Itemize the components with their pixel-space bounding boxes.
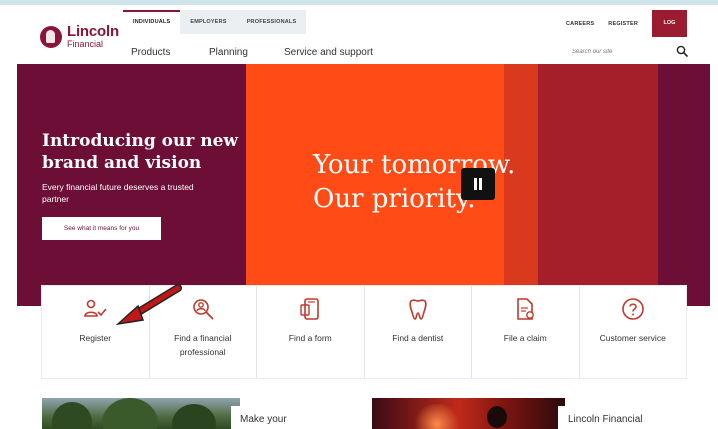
lincoln-logo[interactable]: Lincoln Financial [40,24,119,49]
quick-link-label: Find a financial professional [174,333,232,357]
audience-tabs: INDIVIDUALS EMPLOYERS PROFESSIONALS [123,10,307,34]
form-icon [300,298,320,320]
quick-link-customer-service[interactable]: Customer service [580,286,687,378]
nav-service-and-support[interactable]: Service and support [284,47,373,58]
register-link[interactable]: REGISTER [608,21,638,27]
lincoln-profile-icon [40,25,62,48]
hero-banner: Introducing our new brand and vision Eve… [17,64,710,306]
tooth-icon [409,299,427,320]
login-button[interactable]: LOG IN [652,10,687,53]
search-icon[interactable] [676,45,688,57]
nav-products[interactable]: Products [131,47,170,58]
nav-planning[interactable]: Planning [209,47,248,58]
search-person-icon [192,299,214,320]
promo-card-image [372,398,565,429]
promo-card-image [42,398,240,429]
hero-tagline: Your tomorrow. Our priority. [313,150,516,214]
quick-link-find-dentist[interactable]: Find a dentist [365,286,472,378]
hero-subtitle: Every financial future deserves a truste… [42,182,194,204]
promo-card-title: Make your [240,414,287,425]
site-header: Lincoln Financial INDIVIDUALS EMPLOYERS … [0,5,718,62]
quick-link-find-form[interactable]: Find a form [257,286,365,378]
tab-professionals[interactable]: PROFESSIONALS [237,10,307,34]
pause-icon [473,178,483,190]
pause-button[interactable] [461,168,495,200]
quick-link-label: Register [79,333,112,343]
claim-document-icon [517,298,535,320]
help-circle-icon [621,298,644,320]
quick-link-label: Find a dentist [392,333,444,343]
promo-card[interactable]: Make your [231,406,346,429]
logo-name: Lincoln [67,23,119,40]
promo-card[interactable]: Lincoln Financial [558,406,688,429]
quick-link-label: Customer service [599,333,666,343]
quick-link-label: Find a form [288,333,332,343]
hero-stripe [658,64,710,306]
logo-subname: Financial [67,39,104,49]
careers-link[interactable]: CAREERS [566,21,594,27]
quick-link-label: File a claim [503,333,547,343]
tab-employers[interactable]: EMPLOYERS [180,10,236,34]
hero-title: Introducing our new brand and vision [42,131,239,173]
search-input[interactable] [572,43,672,60]
see-what-it-means-button[interactable]: See what it means for you [42,217,161,240]
quick-link-file-claim[interactable]: File a claim [472,286,580,378]
tab-individuals[interactable]: INDIVIDUALS [123,10,181,34]
utility-nav: CAREERS REGISTER LOG IN [566,10,718,53]
user-check-icon [84,299,107,317]
promo-card-title: Lincoln Financial [568,414,643,425]
annotation-arrow-icon [115,284,182,326]
search-box [572,43,688,60]
